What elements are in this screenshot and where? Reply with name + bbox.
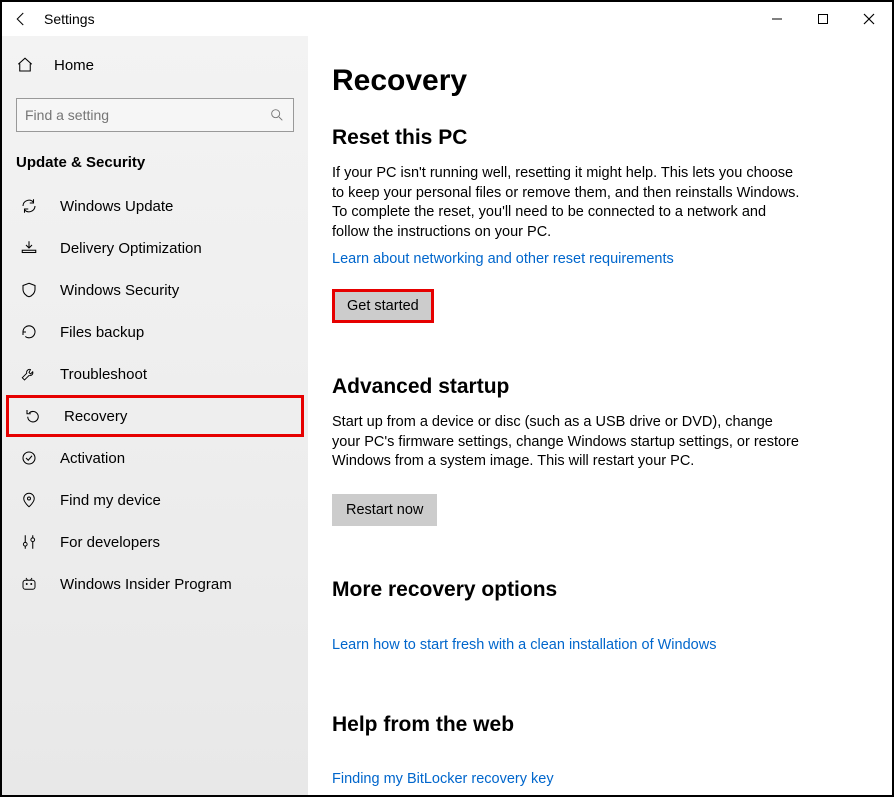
advanced-description: Start up from a device or disc (such as … xyxy=(332,413,802,472)
sidebar-item-windows-insider[interactable]: Windows Insider Program xyxy=(2,563,308,605)
sidebar-item-files-backup[interactable]: Files backup xyxy=(2,311,308,353)
sidebar-item-find-my-device[interactable]: Find my device xyxy=(2,479,308,521)
location-icon xyxy=(20,491,38,509)
home-label: Home xyxy=(54,57,94,74)
wrench-icon xyxy=(20,365,38,383)
sidebar-item-label: Windows Insider Program xyxy=(60,576,232,593)
reset-learn-link[interactable]: Learn about networking and other reset r… xyxy=(332,251,674,267)
recovery-icon xyxy=(24,407,42,425)
home-nav[interactable]: Home xyxy=(2,46,308,84)
sidebar-item-windows-security[interactable]: Windows Security xyxy=(2,269,308,311)
advanced-heading: Advanced startup xyxy=(332,375,856,399)
help-heading: Help from the web xyxy=(332,713,856,737)
sidebar-item-for-developers[interactable]: For developers xyxy=(2,521,308,563)
delivery-icon xyxy=(20,239,38,257)
page-title: Recovery xyxy=(332,64,856,98)
sidebar-item-windows-update[interactable]: Windows Update xyxy=(2,185,308,227)
fresh-install-link[interactable]: Learn how to start fresh with a clean in… xyxy=(332,637,716,653)
sidebar-item-label: Windows Update xyxy=(60,198,173,215)
sidebar-item-label: Files backup xyxy=(60,324,144,341)
shield-icon xyxy=(20,281,38,299)
titlebar: Settings xyxy=(2,2,892,36)
sidebar-item-label: For developers xyxy=(60,534,160,551)
sync-icon xyxy=(20,197,38,215)
search-box[interactable] xyxy=(16,98,294,132)
home-icon xyxy=(16,56,34,74)
sidebar: Home Update & Security Windows Update De… xyxy=(2,36,308,795)
tools-icon xyxy=(20,533,38,551)
sidebar-section-title: Update & Security xyxy=(2,150,308,185)
sidebar-item-label: Activation xyxy=(60,450,125,467)
minimize-button[interactable] xyxy=(754,2,800,36)
help-link-bitlocker[interactable]: Finding my BitLocker recovery key xyxy=(332,771,856,787)
sidebar-item-label: Troubleshoot xyxy=(60,366,147,383)
sidebar-item-label: Delivery Optimization xyxy=(60,240,202,257)
sidebar-item-label: Find my device xyxy=(60,492,161,509)
back-button[interactable] xyxy=(12,10,30,28)
sidebar-item-delivery-optimization[interactable]: Delivery Optimization xyxy=(2,227,308,269)
insider-icon xyxy=(20,575,38,593)
sidebar-item-label: Recovery xyxy=(64,408,127,425)
more-options-heading: More recovery options xyxy=(332,578,856,602)
content-pane: Recovery Reset this PC If your PC isn't … xyxy=(308,36,892,795)
reset-heading: Reset this PC xyxy=(332,126,856,150)
search-input[interactable] xyxy=(25,107,269,123)
search-icon xyxy=(269,107,285,123)
window-title: Settings xyxy=(44,11,95,27)
restart-now-button[interactable]: Restart now xyxy=(332,494,437,526)
close-button[interactable] xyxy=(846,2,892,36)
backup-icon xyxy=(20,323,38,341)
sidebar-item-troubleshoot[interactable]: Troubleshoot xyxy=(2,353,308,395)
reset-description: If your PC isn't running well, resetting… xyxy=(332,164,802,242)
sidebar-item-label: Windows Security xyxy=(60,282,179,299)
get-started-button[interactable]: Get started xyxy=(332,289,434,323)
maximize-button[interactable] xyxy=(800,2,846,36)
check-circle-icon xyxy=(20,449,38,467)
sidebar-item-recovery[interactable]: Recovery xyxy=(6,395,304,437)
sidebar-item-activation[interactable]: Activation xyxy=(2,437,308,479)
